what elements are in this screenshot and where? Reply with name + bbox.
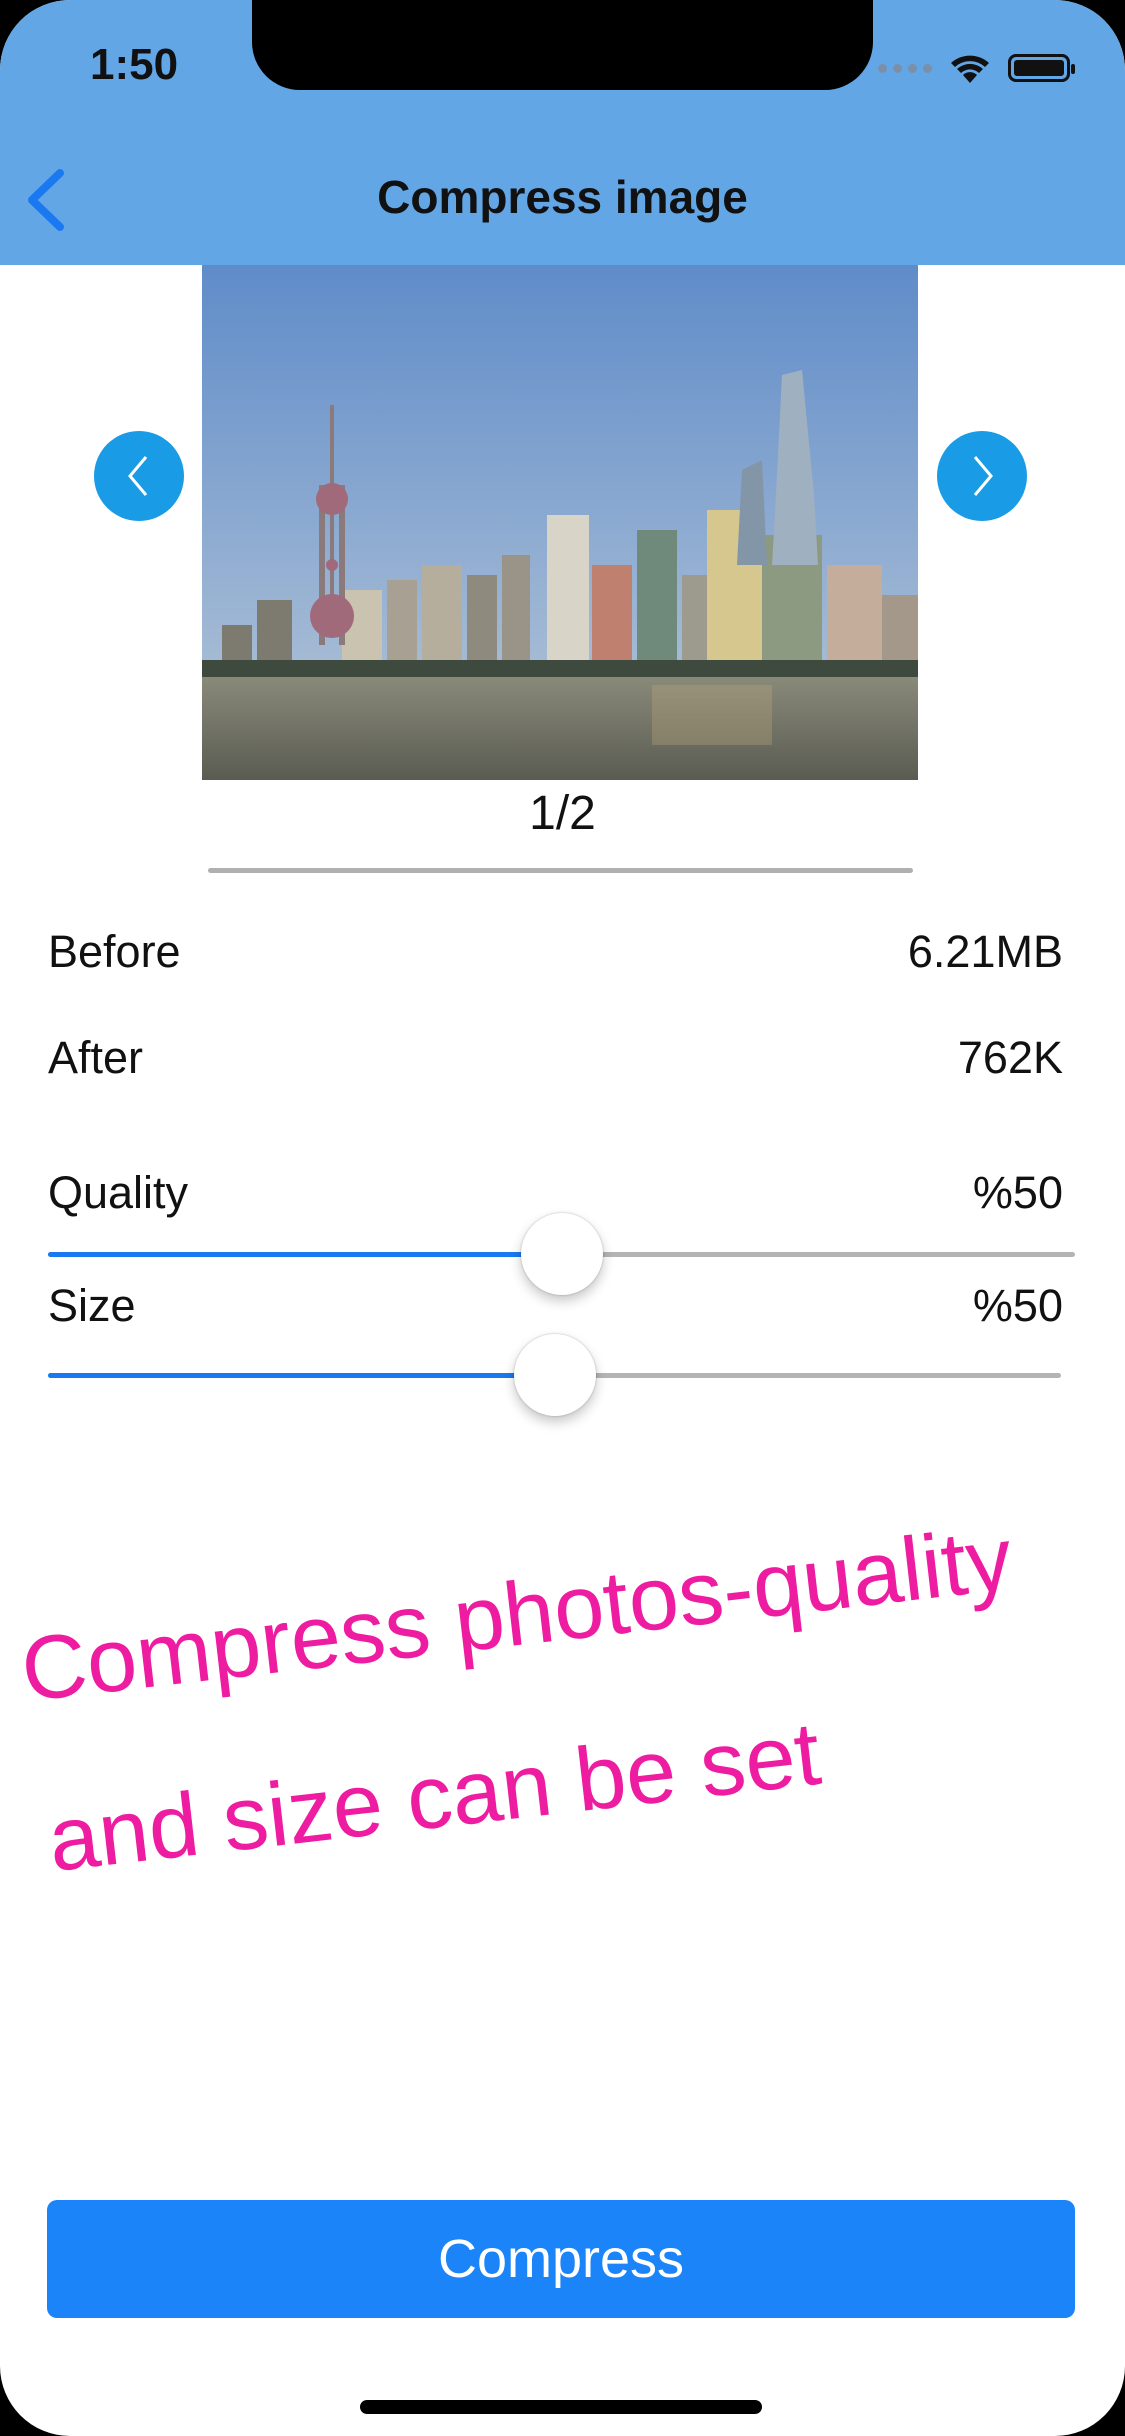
quality-value: %50 xyxy=(972,1167,1063,1218)
promo-caption-line-1: Compress photos-quality xyxy=(16,1508,1017,1722)
before-label: Before xyxy=(48,926,181,977)
status-indicators xyxy=(878,48,1075,88)
page-title: Compress image xyxy=(377,171,748,223)
device-notch xyxy=(252,0,873,90)
quality-slider-thumb[interactable] xyxy=(520,1213,603,1295)
app-screen: 1:50 Compress image 1/2 Before 6.21MB Af… xyxy=(0,0,1125,2436)
arrow-left-icon xyxy=(128,456,148,496)
size-label: Size xyxy=(48,1280,136,1331)
promo-caption-line-2: and size can be set xyxy=(43,1703,826,1892)
photo-preview[interactable] xyxy=(202,265,918,780)
battery-icon xyxy=(1008,54,1075,82)
status-time: 1:50 xyxy=(90,40,179,89)
after-value: 762K xyxy=(957,1032,1063,1083)
wifi-icon xyxy=(951,55,989,83)
home-indicator xyxy=(360,2400,762,2414)
size-slider-fill xyxy=(48,1373,555,1378)
next-image-button[interactable] xyxy=(937,431,1027,521)
size-value: %50 xyxy=(972,1280,1063,1331)
quality-slider-fill xyxy=(48,1252,562,1257)
size-slider-thumb[interactable] xyxy=(513,1334,596,1416)
previous-image-button[interactable] xyxy=(94,431,184,521)
signal-icon xyxy=(878,63,932,73)
arrow-right-icon xyxy=(973,456,993,496)
quality-label: Quality xyxy=(48,1167,189,1218)
after-label: After xyxy=(48,1032,144,1083)
divider xyxy=(208,868,913,873)
before-value: 6.21MB xyxy=(907,926,1063,977)
page-counter: 1/2 xyxy=(529,787,596,840)
navigation-bar: 1:50 Compress image xyxy=(0,0,1125,265)
compress-button[interactable]: Compress xyxy=(47,2200,1075,2318)
